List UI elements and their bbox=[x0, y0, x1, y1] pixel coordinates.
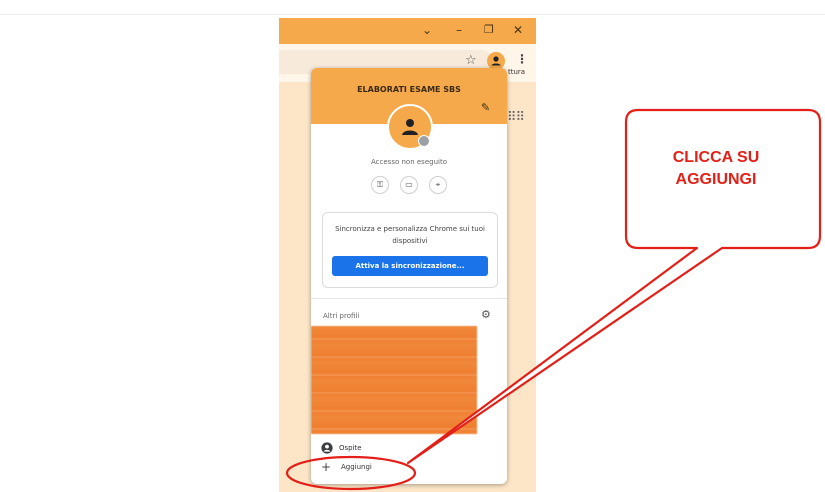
annotation-overlay bbox=[285, 108, 822, 491]
callout-line-1: CLICCA SU bbox=[672, 149, 760, 166]
callout-text: CLICCA SU AGGIUNGI bbox=[640, 147, 792, 191]
highlight-ellipse bbox=[285, 455, 417, 491]
callout-line-2: AGGIUNGI bbox=[675, 171, 757, 188]
